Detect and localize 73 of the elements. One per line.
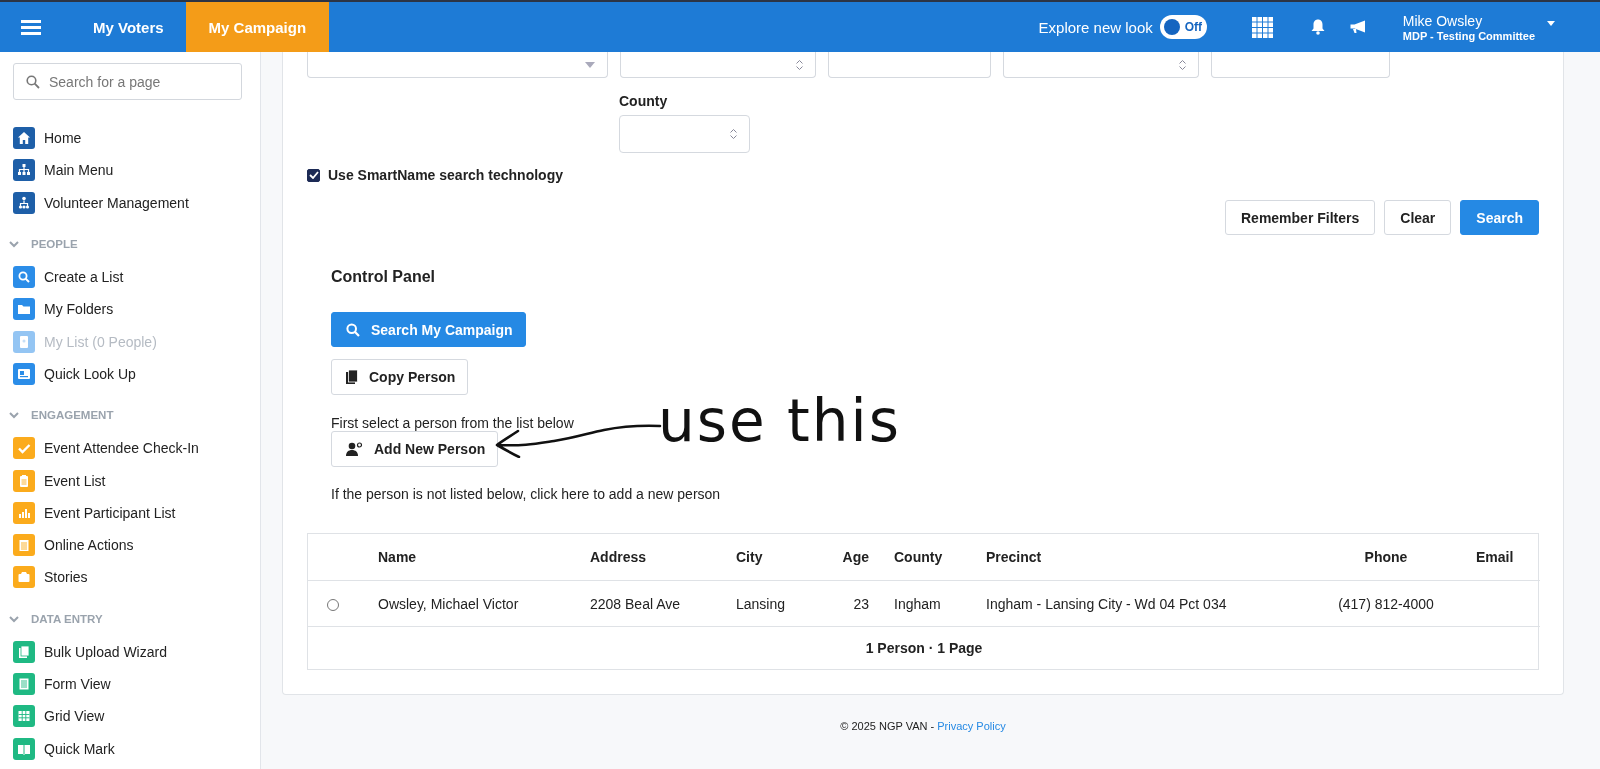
- privacy-link[interactable]: Privacy Policy: [937, 720, 1006, 732]
- sidebar-item[interactable]: My Folders: [44, 301, 114, 318]
- grid-icon[interactable]: [1251, 16, 1273, 38]
- up-down-arrows-icon: [1179, 59, 1186, 70]
- table-cell: 23: [853, 595, 869, 612]
- add-person-icon: [346, 442, 363, 456]
- input-field[interactable]: [307, 52, 608, 78]
- column-header[interactable]: Phone: [1364, 549, 1408, 565]
- column-header[interactable]: Email: [1476, 549, 1514, 565]
- nav-tab[interactable]: My Voters: [71, 2, 186, 52]
- megaphone-icon[interactable]: [1349, 20, 1367, 34]
- sidebar-item[interactable]: Quick Look Up: [44, 365, 136, 382]
- toggle-switch[interactable]: Off: [1159, 15, 1207, 39]
- input-field[interactable]: [619, 115, 750, 153]
- column-header[interactable]: County: [894, 549, 943, 565]
- table-cell: (417) 812-4000: [1338, 595, 1434, 612]
- handwritten-note: use this: [658, 390, 901, 452]
- checkbox[interactable]: [307, 168, 320, 182]
- column-header[interactable]: Age: [842, 549, 869, 565]
- sidebar-item[interactable]: Grid View: [44, 708, 105, 725]
- filter-button[interactable]: Remember Filters: [1225, 200, 1376, 235]
- table-cell: 2208 Beal Ave: [590, 595, 681, 612]
- sidebar-item[interactable]: Main Menu: [44, 162, 114, 179]
- bell-icon[interactable]: [1310, 19, 1325, 35]
- up-down-arrows-icon: [730, 128, 737, 140]
- search-field[interactable]: Search for a page: [13, 63, 242, 100]
- chevron-down-icon[interactable]: [9, 410, 19, 421]
- toggle-label: Explore new look: [1038, 18, 1153, 36]
- input-field[interactable]: [1003, 52, 1199, 78]
- up-down-arrows-icon: [796, 59, 803, 70]
- filter-button[interactable]: Clear: [1384, 200, 1452, 235]
- caret-icon[interactable]: [1547, 20, 1555, 26]
- menu-icon[interactable]: [21, 19, 41, 35]
- sidebar-item[interactable]: Home: [44, 130, 82, 147]
- copy-button[interactable]: Copy Person: [331, 359, 469, 395]
- sidebar-item[interactable]: Bulk Upload Wizard: [44, 643, 167, 660]
- copy-icon: [346, 370, 358, 384]
- search-button[interactable]: Search My Campaign: [331, 312, 526, 347]
- user-name[interactable]: Mike Owsley: [1402, 12, 1535, 29]
- add-person-button[interactable]: Add New Person: [331, 431, 499, 467]
- search-icon: [346, 322, 360, 337]
- hint-text: If the person is not listed below, click here to add a new person: [331, 486, 721, 502]
- field-label: County: [619, 93, 669, 109]
- hint-text: First select a person from the list below: [331, 415, 574, 431]
- table-cell: Lansing: [736, 595, 786, 612]
- copyright-text: © 2025 NGP VAN -: [840, 720, 935, 732]
- section-title: Control Panel: [331, 268, 435, 286]
- sidebar-item[interactable]: Form View: [44, 676, 111, 692]
- table-cell: Ingham: [894, 595, 941, 612]
- input-field[interactable]: [620, 52, 816, 78]
- sidebar-item[interactable]: Stories: [44, 569, 88, 586]
- chevron-down-icon[interactable]: [9, 238, 19, 249]
- organization-name[interactable]: MDP - Testing Committee: [1402, 29, 1535, 42]
- sidebar-item[interactable]: Online Actions: [44, 537, 134, 554]
- column-header[interactable]: Precinct: [986, 549, 1042, 565]
- filter-button[interactable]: Search: [1460, 200, 1539, 235]
- table-cell: Ingham - Lansing City - Wd 04 Pct 034: [986, 595, 1227, 612]
- results-summary: 1 Person · 1 Page: [865, 640, 983, 656]
- checkbox-label[interactable]: Use SmartName search technology: [328, 167, 563, 183]
- sidebar-item[interactable]: Event Attendee Check-In: [44, 440, 199, 457]
- input-field[interactable]: [1211, 52, 1390, 78]
- column-header[interactable]: Address: [590, 549, 647, 565]
- sidebar-item[interactable]: Event List: [44, 472, 106, 489]
- column-header[interactable]: City: [736, 549, 763, 565]
- column-header[interactable]: Name: [378, 549, 417, 565]
- sidebar-item[interactable]: Volunteer Management: [44, 194, 189, 211]
- table-cell: Owsley, Michael Victor: [378, 595, 519, 612]
- sidebar-item[interactable]: Event Participant List: [44, 504, 176, 521]
- caret-icon: [585, 61, 595, 68]
- chevron-down-icon[interactable]: [9, 613, 19, 624]
- sidebar-item[interactable]: Create a List: [44, 269, 124, 286]
- input-field[interactable]: [828, 52, 991, 78]
- sidebar-item[interactable]: Quick Mark: [44, 740, 115, 757]
